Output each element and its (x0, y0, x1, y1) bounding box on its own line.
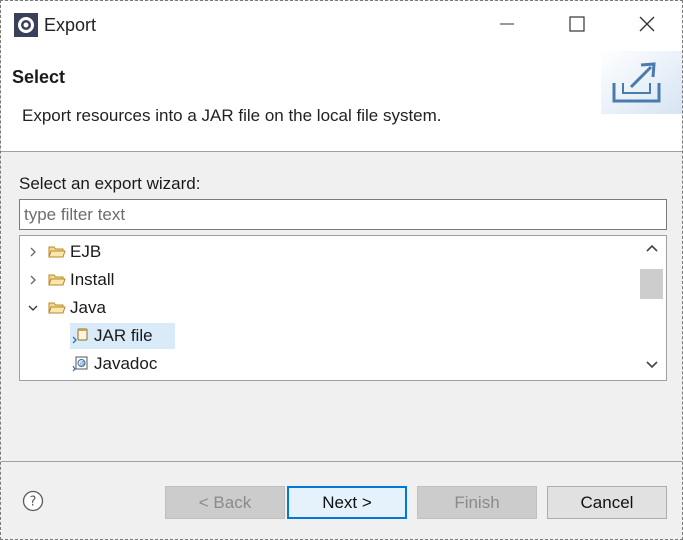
javadoc-icon: @ (72, 356, 90, 372)
cancel-button[interactable]: Cancel (547, 486, 667, 519)
tree-item-javadoc[interactable]: @ Javadoc (20, 350, 638, 378)
chevron-right-icon[interactable] (26, 244, 40, 258)
close-icon (639, 16, 655, 37)
minimize-icon (500, 16, 514, 36)
folder-icon (48, 300, 66, 316)
svg-text:@: @ (80, 361, 86, 368)
chevron-up-icon (645, 241, 659, 261)
tree-item-java[interactable]: Java (20, 294, 638, 322)
chevron-right-icon[interactable] (26, 272, 40, 286)
title-bar[interactable]: Export (1, 1, 682, 51)
finish-button[interactable]: Finish (417, 486, 537, 519)
wizard-tree[interactable]: EJB Install Java JAR file @ Javadoc (19, 235, 667, 381)
close-button[interactable] (612, 1, 682, 51)
tree-scrollbar[interactable] (638, 236, 666, 380)
folder-icon (48, 244, 66, 260)
scroll-up-button[interactable] (638, 236, 666, 266)
tree-item-install[interactable]: Install (20, 266, 638, 294)
jar-file-icon (72, 328, 90, 344)
folder-icon (48, 272, 66, 288)
chevron-down-icon[interactable] (26, 300, 40, 314)
tree-item-label: EJB (70, 242, 102, 261)
wizard-banner: Select Export resources into a JAR file … (1, 51, 682, 152)
filter-input[interactable] (19, 199, 667, 230)
tree-item-label: Java (70, 298, 106, 317)
footer-divider (1, 461, 682, 462)
eclipse-icon (14, 13, 38, 37)
tree-item-label: Javadoc (94, 354, 158, 373)
export-wizard-icon (601, 51, 682, 114)
tree-item-ejb[interactable]: EJB (20, 238, 638, 266)
scroll-down-button[interactable] (638, 352, 666, 380)
maximize-icon (569, 15, 585, 37)
chevron-down-icon (645, 356, 659, 376)
wizard-list-label: Select an export wizard: (19, 174, 201, 193)
tree-item-label: JAR file (94, 326, 153, 345)
export-dialog: Export Select Export resources into a JA… (0, 0, 683, 540)
maximize-button[interactable] (542, 1, 612, 51)
tree-item-label: Install (70, 270, 115, 289)
tree-item-jar-file[interactable]: JAR file (20, 322, 638, 350)
next-button[interactable]: Next > (287, 486, 407, 519)
help-icon[interactable]: ? (22, 490, 44, 512)
back-button[interactable]: < Back (165, 486, 285, 519)
minimize-button[interactable] (472, 1, 542, 51)
page-title: Select (12, 67, 66, 87)
page-description: Export resources into a JAR file on the … (22, 106, 442, 125)
svg-text:?: ? (30, 495, 37, 510)
scroll-thumb[interactable] (640, 269, 663, 299)
window-title: Export (44, 15, 97, 35)
